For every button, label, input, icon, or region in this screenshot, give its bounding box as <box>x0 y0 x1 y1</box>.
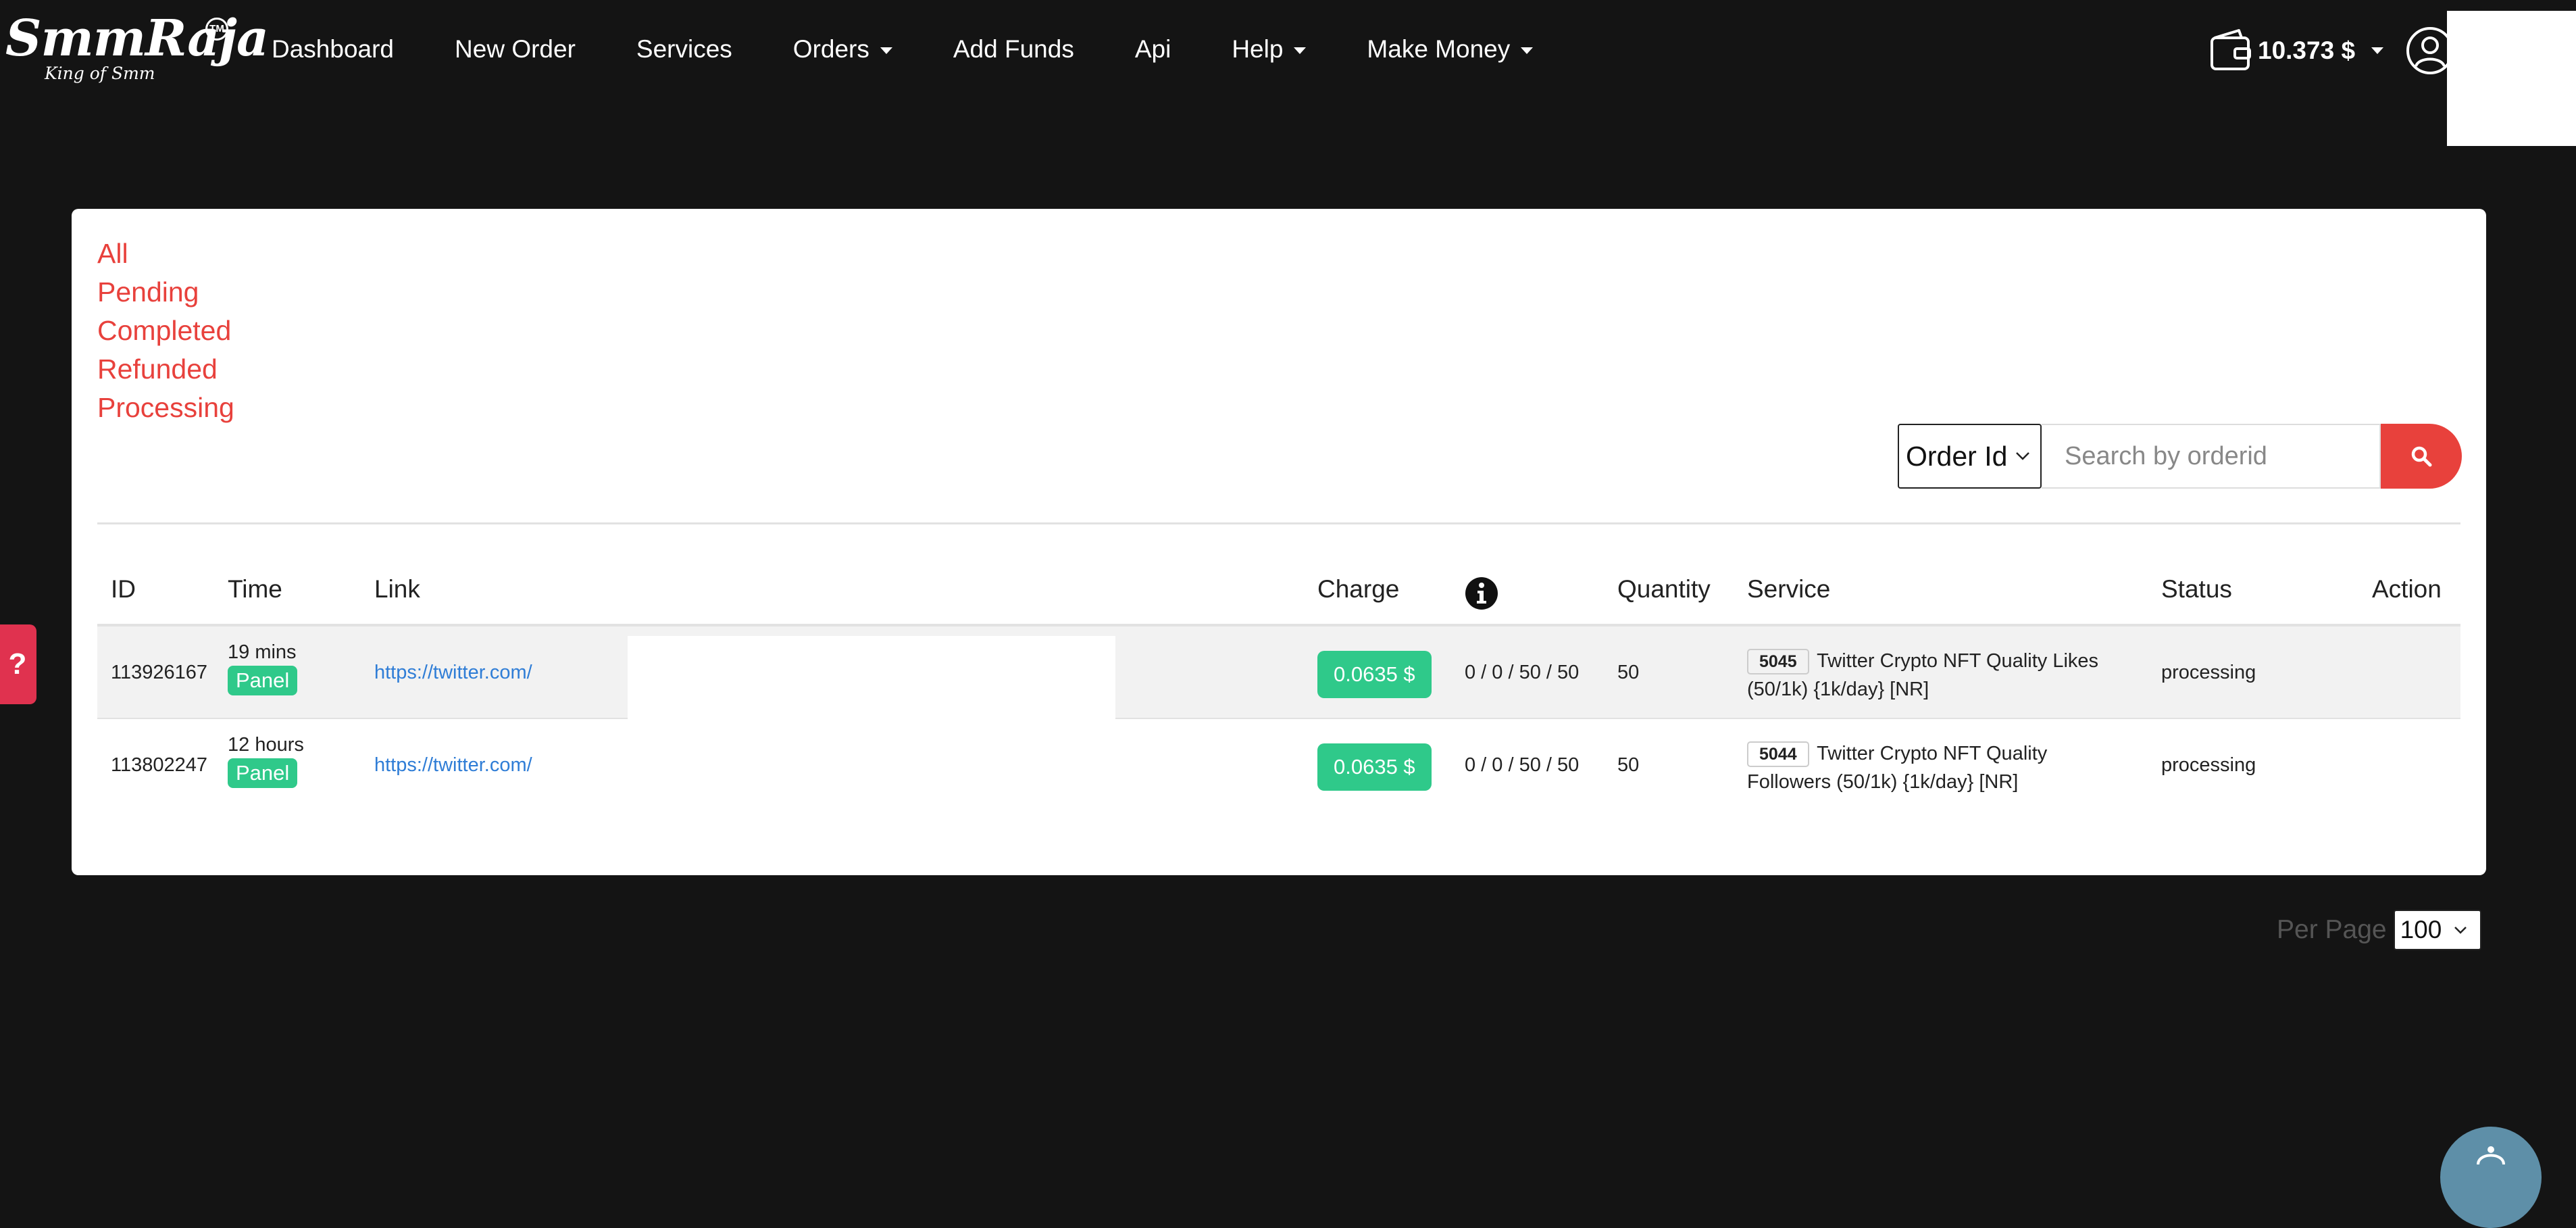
search-input[interactable] <box>2042 424 2381 489</box>
logo-wordmark: SmmRaja <box>5 9 269 68</box>
header-status: Status <box>2161 575 2232 603</box>
caret-down-icon <box>2371 47 2384 54</box>
nav-api-label: Api <box>1134 35 1171 63</box>
per-page-value: 100 <box>2400 916 2442 943</box>
redacted-block <box>628 636 1115 720</box>
wallet-balance-dropdown[interactable]: 10.373 $ <box>2208 27 2384 74</box>
wallet-icon <box>2211 29 2251 70</box>
order-status: processing <box>2161 662 2256 683</box>
search-type-select[interactable]: Order Id <box>1898 424 2042 489</box>
nav-make-money-label: Make Money <box>1367 35 1511 63</box>
nav-add-funds-label: Add Funds <box>953 35 1074 63</box>
nav-new-order-label: New Order <box>455 35 576 63</box>
divider <box>97 522 2460 524</box>
order-progress: 0 / 0 / 50 / 50 <box>1465 754 1580 776</box>
orders-table: ID Time Link Charge Quantity Service Sta… <box>97 562 2460 812</box>
trademark-icon: TM <box>205 18 228 41</box>
search-type-value: Order Id <box>1906 440 2008 472</box>
order-search-bar: Order Id <box>1898 424 2462 489</box>
per-page-select[interactable]: 100 <box>2393 910 2481 950</box>
service-id-badge: 5045 <box>1747 649 1809 674</box>
help-tab[interactable]: ? <box>0 624 36 704</box>
nav-dashboard-label: Dashboard <box>272 35 395 63</box>
order-link[interactable]: https://twitter.com/ <box>374 754 532 777</box>
info-icon <box>1465 577 1498 610</box>
order-service: 5044 Twitter Crypto NFT Quality Follower… <box>1747 739 2125 796</box>
nav-make-money[interactable]: Make Money <box>1367 35 1534 64</box>
filter-all[interactable]: All <box>97 235 234 273</box>
help-icon: ? <box>8 647 27 681</box>
order-status: processing <box>2161 754 2256 776</box>
caret-down-icon <box>1521 47 1534 54</box>
chevron-down-icon <box>2016 452 2030 460</box>
header-link: Link <box>374 575 420 603</box>
service-id-badge: 5044 <box>1747 741 1809 767</box>
nav-orders[interactable]: Orders <box>793 35 892 64</box>
charge-badge: 0.0635 $ <box>1317 651 1432 698</box>
table-header: ID Time Link Charge Quantity Service Sta… <box>97 562 2460 627</box>
balance-amount: 10.373 $ <box>2258 36 2356 64</box>
nav-add-funds[interactable]: Add Funds <box>953 35 1074 64</box>
filter-completed[interactable]: Completed <box>97 312 234 350</box>
order-charge: 0.0635 $ <box>1317 743 1432 791</box>
filter-refunded[interactable]: Refunded <box>97 350 234 389</box>
search-icon <box>2411 446 2432 467</box>
header-charge: Charge <box>1317 575 1400 603</box>
chat-button[interactable] <box>2440 1127 2542 1228</box>
charge-badge: 0.0635 $ <box>1317 743 1432 791</box>
chevron-down-icon <box>2454 927 2467 934</box>
site-logo[interactable]: SmmRaja TM King of Smm <box>5 8 269 83</box>
filter-processing[interactable]: Processing <box>97 389 234 427</box>
nav-dashboard[interactable]: Dashboard <box>272 35 394 64</box>
logo-tagline: King of Smm <box>45 64 155 83</box>
order-link[interactable]: https://twitter.com/ <box>374 662 532 684</box>
filter-pending[interactable]: Pending <box>97 273 234 312</box>
nav-api[interactable]: Api <box>1135 35 1171 64</box>
search-button[interactable] <box>2381 424 2462 489</box>
redacted-block <box>2447 11 2576 146</box>
header-info[interactable] <box>1465 576 1498 610</box>
order-id: 113926167 <box>111 662 208 683</box>
nav-services-label: Services <box>636 35 732 63</box>
order-quantity: 50 <box>1617 662 1640 683</box>
header-time: Time <box>228 575 282 603</box>
chat-icon <box>2477 1146 2505 1165</box>
table-row: 113926167 19 mins Panel https://twitter.… <box>97 627 2460 720</box>
nav-orders-label: Orders <box>792 35 869 63</box>
per-page-control: Per Page 100 <box>2277 909 2481 951</box>
nav-help-label: Help <box>1232 35 1284 63</box>
caret-down-icon <box>1294 47 1307 54</box>
nav-new-order[interactable]: New Order <box>455 35 576 64</box>
header-action: Action <box>2372 575 2442 603</box>
order-id: 113802247 <box>111 754 208 776</box>
order-quantity: 50 <box>1617 754 1640 776</box>
order-progress: 0 / 0 / 50 / 50 <box>1465 662 1580 683</box>
time-ago: 19 mins <box>228 641 297 663</box>
order-time: 19 mins Panel <box>228 640 298 695</box>
caret-down-icon <box>880 47 892 54</box>
nav-help[interactable]: Help <box>1232 35 1307 64</box>
time-ago: 12 hours <box>228 734 304 756</box>
source-badge: Panel <box>228 666 298 695</box>
source-badge: Panel <box>228 758 298 788</box>
order-service: 5045 Twitter Crypto NFT Quality Likes (5… <box>1747 647 2125 704</box>
header-id: ID <box>111 575 136 603</box>
order-charge: 0.0635 $ <box>1317 651 1432 698</box>
status-filters: All Pending Completed Refunded Processin… <box>97 235 234 427</box>
nav-services[interactable]: Services <box>636 35 732 64</box>
orders-card: All Pending Completed Refunded Processin… <box>72 209 2486 875</box>
header-quantity: Quantity <box>1617 575 1711 603</box>
table-row: 113802247 12 hours Panel https://twitter… <box>97 719 2460 812</box>
top-navbar: SmmRaja TM King of Smm Dashboard New Ord… <box>0 0 2576 101</box>
per-page-label: Per Page <box>2277 915 2387 944</box>
main-nav: Dashboard New Order Services Orders Add … <box>272 0 1594 99</box>
header-service: Service <box>1747 575 1831 603</box>
order-time: 12 hours Panel <box>228 733 304 788</box>
